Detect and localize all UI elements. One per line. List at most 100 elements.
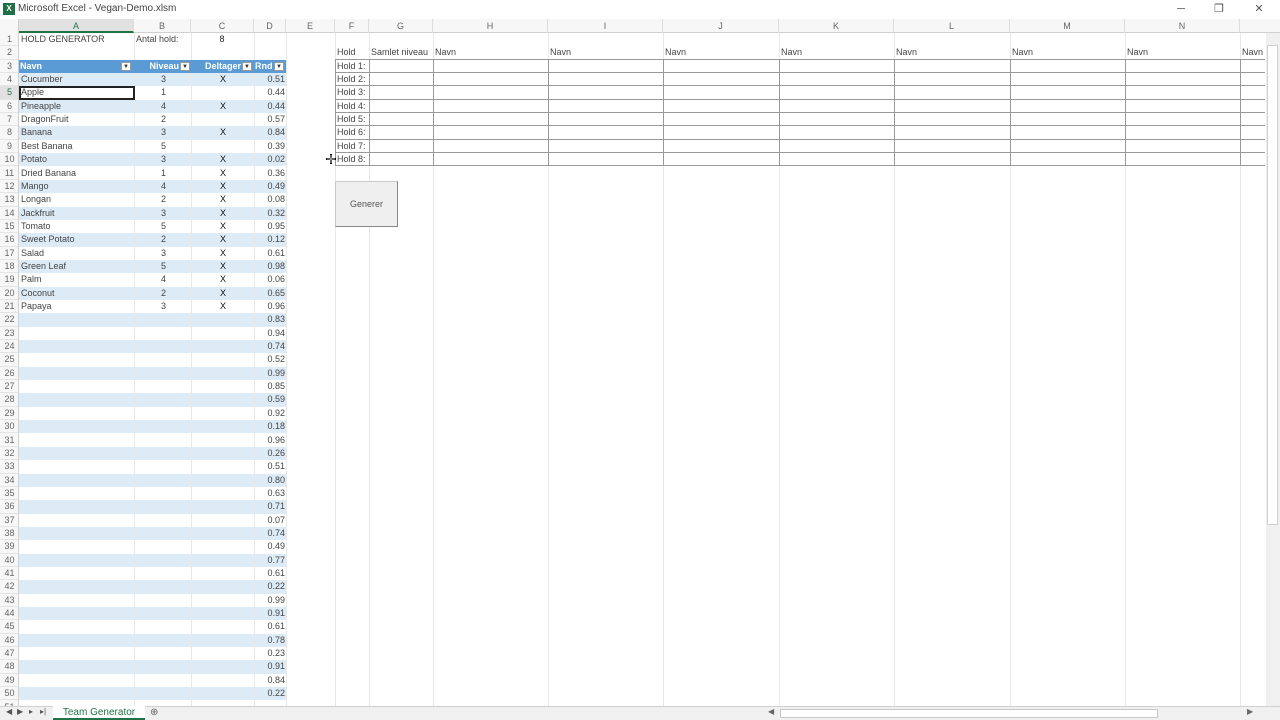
cell-rnd[interactable]: 0.39 (254, 140, 285, 153)
cell-participant[interactable] (192, 140, 254, 153)
close-button[interactable]: ✕ (1240, 0, 1278, 19)
cell-level[interactable]: 2 (135, 233, 192, 246)
row-header[interactable]: 39 (0, 540, 18, 554)
add-sheet-icon[interactable]: ⊕ (150, 707, 158, 718)
row-header[interactable]: 26 (0, 367, 18, 381)
row-header[interactable]: 38 (0, 527, 18, 541)
cell-name[interactable]: Jackfruit (21, 207, 133, 220)
row-header[interactable]: 17 (0, 247, 18, 260)
tab-nav-last-icon[interactable]: ▸| (40, 707, 46, 716)
hscroll-right-icon[interactable]: ▶ (1247, 707, 1253, 716)
row-header[interactable]: 28 (0, 393, 18, 407)
cell-name[interactable]: DragonFruit (21, 113, 133, 126)
select-all-corner[interactable] (0, 19, 19, 33)
cell-name[interactable]: Potato (21, 153, 133, 166)
row-header[interactable]: 47 (0, 647, 18, 661)
row-header[interactable]: 50 (0, 687, 18, 701)
cell-participant[interactable]: X (192, 300, 254, 313)
cell-rnd[interactable]: 0.08 (254, 193, 285, 206)
teams-label[interactable]: Antal hold: (136, 33, 179, 46)
cell-name[interactable]: Papaya (21, 300, 133, 313)
row-header[interactable]: 37 (0, 514, 18, 527)
cell-level[interactable]: 3 (135, 207, 192, 220)
generate-button[interactable]: Generer (335, 181, 398, 227)
cell-level[interactable]: 3 (135, 73, 192, 86)
tab-nav-first-icon[interactable]: ◀ (6, 707, 12, 716)
cell-rnd[interactable]: 0.78 (254, 634, 285, 647)
cell-participant[interactable]: X (192, 180, 254, 193)
cell-name[interactable]: Tomato (21, 220, 133, 233)
row-header[interactable]: 4 (0, 73, 18, 87)
cell-participant[interactable] (192, 113, 254, 126)
cell-rnd[interactable]: 0.44 (254, 86, 285, 99)
cell-name[interactable]: Sweet Potato (21, 233, 133, 246)
row-header[interactable]: 27 (0, 380, 18, 394)
cell-rnd[interactable]: 0.61 (254, 247, 285, 260)
cell-participant[interactable]: X (192, 220, 254, 233)
table-header-level[interactable]: Niveau ▼ (135, 59, 192, 74)
cell-rnd[interactable]: 0.49 (254, 540, 285, 553)
filter-dropdown-icon[interactable]: ▼ (242, 61, 252, 71)
cell-rnd[interactable]: 0.91 (254, 607, 285, 620)
tab-nav-forward-icon[interactable]: ▸ (29, 707, 33, 716)
teams-value[interactable]: 8 (193, 33, 251, 46)
column-header-d[interactable]: D (254, 19, 286, 33)
cell-rnd[interactable]: 0.96 (254, 434, 285, 447)
row-header[interactable]: 46 (0, 634, 18, 648)
cell-rnd[interactable]: 0.95 (254, 220, 285, 233)
sheet-title[interactable]: HOLD GENERATOR (21, 33, 105, 46)
row-header[interactable]: 6 (0, 100, 18, 114)
column-header-m[interactable]: M (1010, 19, 1125, 33)
cell-level[interactable]: 3 (135, 247, 192, 260)
cell-level[interactable]: 1 (135, 86, 192, 99)
cell-name[interactable]: Best Banana (21, 140, 133, 153)
hold-label[interactable]: Hold 3: (337, 86, 370, 99)
row-header[interactable]: 15 (0, 220, 18, 234)
hold-label[interactable]: Hold 6: (337, 126, 370, 139)
cell-rnd[interactable]: 0.22 (254, 687, 285, 700)
row-header[interactable]: 31 (0, 434, 18, 447)
cell-level[interactable]: 5 (135, 260, 192, 273)
worksheet-grid[interactable]: HOLD GENERATOR Antal hold: 8 Navn ▼ Nivea… (19, 33, 1266, 706)
cell-rnd[interactable]: 0.92 (254, 407, 285, 420)
row-header[interactable]: 12 (0, 180, 18, 194)
row-header[interactable]: 35 (0, 487, 18, 501)
hold-label[interactable]: Hold 8: (337, 153, 370, 166)
cell-level[interactable]: 5 (135, 220, 192, 233)
filter-dropdown-icon[interactable]: ▼ (274, 61, 284, 71)
cell-rnd[interactable]: 0.52 (254, 353, 285, 366)
cell-rnd[interactable]: 0.61 (254, 620, 285, 633)
column-header-l[interactable]: L (894, 19, 1010, 33)
cell-participant[interactable]: X (192, 260, 254, 273)
cell-rnd[interactable]: 0.80 (254, 474, 285, 487)
column-header-h[interactable]: H (433, 19, 548, 33)
cell-name[interactable]: Green Leaf (21, 260, 133, 273)
row-header[interactable]: 16 (0, 233, 18, 247)
cell-participant[interactable]: X (192, 247, 254, 260)
cell-level[interactable]: 3 (135, 153, 192, 166)
cell-rnd[interactable]: 0.96 (254, 300, 285, 313)
cell-name[interactable]: Cucumber (21, 73, 133, 86)
row-header[interactable]: 14 (0, 207, 18, 220)
row-header[interactable]: 19 (0, 273, 18, 287)
row-header[interactable]: 18 (0, 260, 18, 274)
cell-rnd[interactable]: 0.44 (254, 100, 285, 113)
hold-label[interactable]: Hold 1: (337, 60, 370, 73)
row-header[interactable]: 3 (0, 60, 18, 74)
column-header-j[interactable]: J (663, 19, 779, 33)
column-header-g[interactable]: G (369, 19, 433, 33)
hold-label[interactable]: Hold 4: (337, 100, 370, 113)
row-header[interactable]: 22 (0, 313, 18, 327)
cell-participant[interactable]: X (192, 153, 254, 166)
row-header[interactable]: 41 (0, 567, 18, 581)
table-header-rnd[interactable]: Rnd ▼ (254, 59, 286, 74)
cell-rnd[interactable]: 0.77 (254, 554, 285, 567)
cell-level[interactable]: 2 (135, 193, 192, 206)
row-header[interactable]: 44 (0, 607, 18, 621)
cell-rnd[interactable]: 0.74 (254, 340, 285, 353)
column-header-c[interactable]: C (191, 19, 254, 33)
row-header[interactable]: 48 (0, 660, 18, 674)
row-header[interactable]: 36 (0, 500, 18, 514)
hscroll-left-icon[interactable]: ◀ (768, 707, 774, 716)
cell-level[interactable]: 4 (135, 180, 192, 193)
